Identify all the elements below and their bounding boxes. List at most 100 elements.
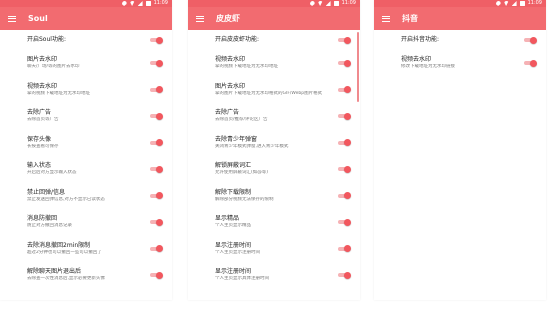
switch-thumb <box>344 245 351 253</box>
status-bar: 11:09 <box>0 0 172 7</box>
switch-thumb <box>344 36 351 44</box>
menu-icon[interactable] <box>196 15 204 22</box>
toggle-switch[interactable] <box>150 218 163 226</box>
phone-screen-pipixia: 11:09 皮皮虾 开启皮皮虾功能: 视频去水印 拿的视频下载地址为无水印地址 图片去… <box>188 0 360 300</box>
switch-thumb <box>344 192 351 200</box>
toggle-switch[interactable] <box>338 271 351 279</box>
app-toolbar: 抖音 <box>374 7 546 30</box>
setting-row[interactable]: 去除青少年弹窗 关闭青少年模式弹窗,进入青少年模式 <box>188 130 360 157</box>
scrollbar[interactable] <box>357 32 359 102</box>
menu-icon[interactable] <box>8 15 16 22</box>
settings-list: 开启抖音功能: 视频去水印 修改下载地址为无水印链接 <box>374 30 546 77</box>
setting-row[interactable]: 消息防撤回 防止对方撤回消息记录 <box>0 209 172 236</box>
toolbar-title: 皮皮虾 <box>216 14 240 23</box>
toggle-switch[interactable] <box>150 112 163 120</box>
switch-thumb <box>156 59 163 67</box>
toggle-switch[interactable] <box>150 59 163 67</box>
signal-icon <box>511 1 517 6</box>
settings-list: 开启Soul功能: 图片去水印 聊天/广场/等的图片去水印 视频去水印 拿的视频下载地址… <box>0 30 172 289</box>
toggle-switch[interactable] <box>524 59 537 67</box>
setting-row[interactable]: 图片去水印 聊天/广场/等的图片去水印 <box>0 50 172 77</box>
setting-row[interactable]: 解锁屏蔽词汇 允许使用屏蔽词汇(如@等) <box>188 156 360 183</box>
battery-icon <box>519 1 525 6</box>
switch-thumb <box>156 165 163 173</box>
signal-icon <box>137 1 143 6</box>
toggle-switch[interactable] <box>150 165 163 173</box>
setting-row[interactable]: 去除广告 去除首页/推荐/评论区广告 <box>188 103 360 130</box>
setting-row[interactable]: 图片去水印 拿的图片下载地址为无水印格式的GIF/Webp图片格式 <box>188 77 360 104</box>
toggle-switch[interactable] <box>338 245 351 253</box>
phone-screen-douyin: 11:09 抖音 开启抖音功能: 视频去水印 修改下载地址为无水印链接 <box>374 0 546 300</box>
location-icon <box>121 1 127 6</box>
setting-row[interactable]: 禁止回弹/信息 禁止发送回弹信息,对方不显示已读状态 <box>0 183 172 210</box>
settings-list: 开启皮皮虾功能: 视频去水印 拿的视频下载地址为无水印地址 图片去水印 拿的图片下载地址… <box>188 30 360 289</box>
switch-thumb <box>156 139 163 147</box>
battery-icon <box>145 1 151 6</box>
status-bar: 11:09 <box>188 0 360 7</box>
setting-row[interactable]: 开启抖音功能: <box>374 30 546 50</box>
switch-thumb <box>156 271 163 279</box>
switch-thumb <box>344 165 351 173</box>
status-bar: 11:09 <box>374 0 546 7</box>
switch-thumb <box>344 59 351 67</box>
app-toolbar: 皮皮虾 <box>188 7 360 30</box>
switch-thumb <box>344 112 351 120</box>
toggle-switch[interactable] <box>150 139 163 147</box>
setting-row[interactable]: 视频去水印 拿的视频下载地址为无水印地址 <box>188 50 360 77</box>
setting-row[interactable]: 显示精品 个人主页显示精品 <box>188 209 360 236</box>
toolbar-title: 抖音 <box>402 14 418 23</box>
menu-icon[interactable] <box>382 15 390 22</box>
toggle-switch[interactable] <box>338 112 351 120</box>
toggle-switch[interactable] <box>524 36 537 44</box>
setting-row[interactable]: 开启皮皮虾功能: <box>188 30 360 50</box>
switch-thumb <box>156 36 163 44</box>
switch-thumb <box>156 86 163 94</box>
setting-row[interactable]: 视频去水印 拿的视频下载地址为无水印地址 <box>0 77 172 104</box>
setting-row[interactable]: 显示注册时间 个人主页显示注册时间 <box>188 236 360 263</box>
switch-thumb <box>156 218 163 226</box>
switch-thumb <box>344 139 351 147</box>
switch-thumb <box>156 192 163 200</box>
switch-thumb <box>344 271 351 279</box>
status-time: 11:09 <box>527 0 542 6</box>
setting-row[interactable]: 开启Soul功能: <box>0 30 172 50</box>
switch-thumb <box>530 59 537 67</box>
switch-thumb <box>156 112 163 120</box>
app-toolbar: Soul <box>0 7 172 30</box>
battery-icon <box>333 1 339 6</box>
setting-row[interactable]: 显示注册时间 个人主页显示具体注册时间 <box>188 262 360 289</box>
signal-icon <box>325 1 331 6</box>
setting-row[interactable]: 去除消息撤回2min限制 超过2分钟也可以撤回一些可以撤回了 <box>0 236 172 263</box>
toggle-switch[interactable] <box>338 139 351 147</box>
location-icon <box>309 1 315 6</box>
toggle-switch[interactable] <box>338 192 351 200</box>
switch-thumb <box>344 218 351 226</box>
status-time: 11:09 <box>153 0 168 6</box>
setting-row[interactable]: 去除广告 去除首页等广告 <box>0 103 172 130</box>
switch-thumb <box>156 245 163 253</box>
switch-thumb <box>530 36 537 44</box>
toggle-switch[interactable] <box>150 245 163 253</box>
toggle-switch[interactable] <box>150 36 163 44</box>
toolbar-title: Soul <box>28 14 48 23</box>
setting-row[interactable]: 输入状态 开启后对方显示输入状态 <box>0 156 172 183</box>
toggle-switch[interactable] <box>150 192 163 200</box>
setting-row[interactable]: 保存头像 长按查看可保存 <box>0 130 172 157</box>
switch-thumb <box>344 86 351 94</box>
setting-row[interactable]: 解除聊天图片退出后 去除查一次性消息后,显示必要更新头像 <box>0 262 172 289</box>
toggle-switch[interactable] <box>338 36 351 44</box>
location-icon <box>495 1 501 6</box>
setting-row[interactable]: 解除下载限制 解除部分视频无法保存的限制 <box>188 183 360 210</box>
wifi-icon <box>503 1 509 6</box>
toggle-switch[interactable] <box>338 59 351 67</box>
toggle-switch[interactable] <box>338 86 351 94</box>
toggle-switch[interactable] <box>150 86 163 94</box>
toggle-switch[interactable] <box>338 218 351 226</box>
toggle-switch[interactable] <box>338 165 351 173</box>
wifi-icon <box>317 1 323 6</box>
setting-row[interactable]: 视频去水印 修改下载地址为无水印链接 <box>374 50 546 77</box>
phone-screen-soul: 11:09 Soul 开启Soul功能: 图片去水印 聊天/广场/等的图片去水印 视频… <box>0 0 172 300</box>
status-time: 11:09 <box>341 0 356 6</box>
toggle-switch[interactable] <box>150 271 163 279</box>
wifi-icon <box>129 1 135 6</box>
